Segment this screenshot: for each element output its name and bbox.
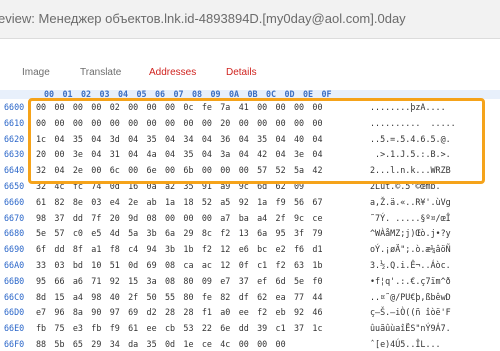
hex-column-label: 09 [210, 89, 221, 99]
hex-column-header: 00 01 02 03 04 05 06 07 08 09 0A 0B 0C 0D 0E 0F [0, 89, 500, 99]
row-ascii[interactable]: .>.1.J.5.:.B.>. [370, 149, 451, 159]
row-hex-bytes[interactable]: 32 4c fc 74 0d 16 0a a2 35 91 a9 9c 6d 6… [36, 181, 304, 191]
hex-row[interactable]: 6600 00 00 00 00 02 00 00 00 0c fe 7a 41 … [0, 102, 500, 114]
hex-row[interactable]: 66D0 e7 96 8a 90 97 69 d2 28 28 f1 a0 ee … [0, 307, 500, 319]
row-hex-bytes[interactable]: 32 04 2e 00 6c 00 6e 00 6b 00 00 00 57 5… [36, 165, 322, 175]
hex-row[interactable]: 6690 6f dd 8f a1 f8 c4 94 3b 1b f2 12 e6 … [0, 244, 500, 256]
row-ascii[interactable]: •f¦q'.:.€.ç7ïm^ð [370, 276, 451, 286]
hex-row[interactable]: 6680 5e 57 c0 e5 4d 5a 3b 6a 29 8c f2 13 … [0, 228, 500, 240]
hex-row[interactable]: 6650 32 4c fc 74 0d 16 0a a2 35 91 a9 9c … [0, 181, 500, 193]
tab-image[interactable]: Image [22, 56, 50, 90]
row-offset: 66D0 [4, 307, 25, 318]
row-hex-bytes[interactable]: fb 75 e3 fb f9 61 ee cb 53 22 6e dd 39 c… [36, 323, 322, 333]
hex-column-label: 04 [118, 89, 129, 99]
row-hex-bytes[interactable]: 00 00 00 00 02 00 00 00 0c fe 7a 41 00 0… [36, 102, 322, 112]
hex-column-label: 06 [155, 89, 166, 99]
window-title-bar: eview: Менеджер объектов.lnk.id-4893894D… [0, 0, 500, 39]
row-ascii[interactable]: a‚Ž.ä.«..R¥'.ùVg [370, 197, 451, 207]
row-offset: 6630 [4, 149, 25, 160]
row-offset: 6670 [4, 212, 25, 223]
row-offset: 66E0 [4, 323, 25, 334]
row-hex-bytes[interactable]: 98 37 dd 7f 20 9d 08 00 00 00 a7 ba a4 2… [36, 213, 322, 223]
row-offset: 6610 [4, 117, 25, 128]
row-hex-bytes[interactable]: e7 96 8a 90 97 69 d2 28 28 f1 a0 ee f2 e… [36, 307, 322, 317]
hex-column-label: 0D [284, 89, 295, 99]
hex-row[interactable]: 66B0 95 66 a6 71 92 15 3a 08 80 09 e7 37 … [0, 276, 500, 288]
tab-details[interactable]: Details [226, 56, 257, 90]
hex-viewer[interactable]: 00 01 02 03 04 05 06 07 08 09 0A 0B 0C 0D 0E 0F 6600 00 … [0, 89, 500, 351]
row-ascii[interactable]: ç–Š.—iÒ((ñ îòë'F [370, 307, 451, 317]
row-offset: 6660 [4, 196, 25, 207]
row-hex-bytes[interactable]: 1c 04 35 04 3d 04 35 04 34 04 36 04 35 0… [36, 134, 322, 144]
row-offset: 66F0 [4, 339, 25, 349]
row-hex-bytes[interactable]: 33 03 bd 10 51 0d 69 08 ca ac 12 0f c1 f… [36, 260, 322, 270]
hex-column-label: 07 [173, 89, 184, 99]
hex-row[interactable]: 6660 61 82 8e 03 e4 2e ab 1a 18 52 a5 92 … [0, 197, 500, 209]
hex-column-label: 0E [303, 89, 314, 99]
row-offset: 66B0 [4, 275, 25, 286]
hex-column-label: 00 [44, 89, 55, 99]
hex-column-label: 0C [266, 89, 277, 99]
row-offset: 66A0 [4, 260, 25, 270]
row-hex-bytes[interactable]: 61 82 8e 03 e4 2e ab 1a 18 52 a5 92 1a f… [36, 197, 322, 207]
row-hex-bytes[interactable]: 6f dd 8f a1 f8 c4 94 3b 1b f2 12 e6 bc e… [36, 244, 322, 254]
tab-bar: Image Translate Addresses Details [0, 56, 500, 91]
row-ascii[interactable]: 2Lüt.©.5‘©œmb. [370, 181, 441, 191]
hex-column-label: 0A [229, 89, 240, 99]
hex-row[interactable]: 66E0 fb 75 e3 fb f9 61 ee cb 53 22 6e dd … [0, 323, 500, 335]
row-hex-bytes[interactable]: 20 00 3e 04 31 04 4a 04 35 04 3a 04 42 0… [36, 149, 322, 159]
hex-column-label: 01 [62, 89, 73, 99]
row-ascii[interactable]: ........þzA.... [370, 102, 446, 112]
row-ascii[interactable]: oÝ.¡øÄ";.ò.æ¼âöÑ [370, 244, 451, 254]
row-ascii[interactable]: ..5.=.5.4.6.5.@. [370, 134, 451, 144]
row-offset: 6650 [4, 181, 25, 191]
hex-row[interactable]: 6630 20 00 3e 04 31 04 4a 04 35 04 3a 04 … [0, 149, 500, 161]
row-hex-bytes[interactable]: 95 66 a6 71 92 15 3a 08 80 09 e7 37 ef 6… [36, 276, 322, 286]
row-ascii[interactable]: ˆ[e)4Ú5..ÎL... [370, 339, 441, 349]
tab-translate[interactable]: Translate [80, 56, 121, 90]
hex-column-label: 02 [81, 89, 92, 99]
row-offset: 6690 [4, 244, 25, 255]
row-hex-bytes[interactable]: 88 5b 65 29 34 da 35 0d 1e ce 4c 00 00 0… [36, 339, 286, 349]
row-ascii[interactable]: ûuãûùaîËS"nÝ9Á7. [370, 323, 451, 333]
hex-row[interactable]: 66A0 33 03 bd 10 51 0d 69 08 ca ac 12 0f … [0, 260, 500, 272]
row-offset: 66C0 [4, 291, 25, 302]
hex-row[interactable]: 66C0 8d 15 a4 98 40 2f 50 55 80 fe 82 df … [0, 292, 500, 304]
hex-column-label: 0F [321, 89, 332, 99]
hex-column-label: 03 [99, 89, 110, 99]
tab-addresses[interactable]: Addresses [149, 56, 196, 90]
row-ascii[interactable]: ^WÀåMZ;j)Œò.j•?y [370, 228, 451, 238]
hex-row[interactable]: 6640 32 04 2e 00 6c 00 6e 00 6b 00 00 00 … [0, 165, 500, 177]
row-offset: 6620 [4, 133, 25, 144]
hex-column-label: 08 [192, 89, 203, 99]
row-ascii[interactable]: 2...l.n.k...WRZB [370, 165, 451, 175]
row-hex-bytes[interactable]: 5e 57 c0 e5 4d 5a 3b 6a 29 8c f2 13 6a 9… [36, 228, 322, 238]
hex-column-label: 05 [136, 89, 147, 99]
hex-row[interactable]: 66F0 88 5b 65 29 34 da 35 0d 1e ce 4c 00 … [0, 339, 500, 351]
row-ascii[interactable]: ˜7Ý. .....§º¤/œÎ [370, 213, 451, 223]
hex-row[interactable]: 6620 1c 04 35 04 3d 04 35 04 34 04 36 04 … [0, 134, 500, 146]
row-ascii[interactable]: ..¤˜@/PU€þ‚ßbêwD [370, 292, 451, 302]
row-offset: 6640 [4, 165, 25, 176]
row-hex-bytes[interactable]: 00 00 00 00 00 00 00 00 00 00 20 00 00 0… [36, 118, 322, 128]
row-offset: 6600 [4, 102, 25, 112]
row-hex-bytes[interactable]: 8d 15 a4 98 40 2f 50 55 80 fe 82 df 62 e… [36, 292, 322, 302]
row-offset: 6680 [4, 228, 25, 239]
row-ascii[interactable]: 3.½.Q.i.Ê¬..Áòc. [370, 260, 451, 270]
hex-row[interactable]: 6610 00 00 00 00 00 00 00 00 00 00 20 00 … [0, 118, 500, 130]
window-title: eview: Менеджер объектов.lnk.id-4893894D… [0, 11, 406, 26]
hex-row[interactable]: 6670 98 37 dd 7f 20 9d 08 00 00 00 a7 ba … [0, 213, 500, 225]
hex-column-label: 0B [247, 89, 258, 99]
row-ascii[interactable]: .......... ..... [370, 118, 456, 128]
